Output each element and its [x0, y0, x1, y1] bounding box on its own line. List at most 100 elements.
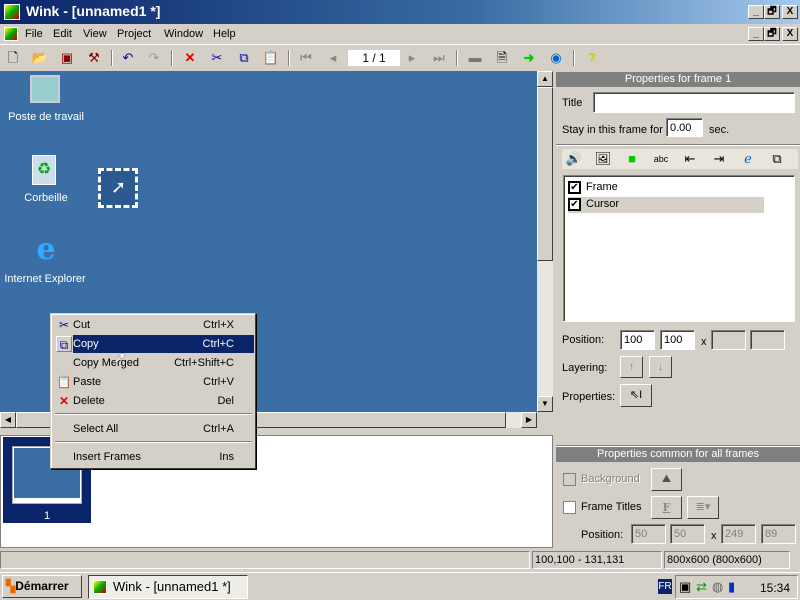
minimize-button[interactable]: _ — [748, 5, 764, 19]
frame-counter[interactable]: 1 / 1 — [348, 50, 400, 66]
doc-close-button[interactable]: X — [782, 27, 798, 41]
cursor-object-selection[interactable]: ➚ — [98, 168, 138, 208]
doc-restore-button[interactable]: 🗗 — [764, 27, 780, 41]
checkbox-checked-icon[interactable]: ✔ — [568, 181, 581, 194]
height-input[interactable] — [750, 330, 785, 350]
desktop-label[interactable]: Corbeille — [1, 192, 91, 204]
delete-icon: ✕ — [58, 394, 70, 408]
start-button[interactable]: ▚Démarrer — [2, 575, 82, 598]
scroll-thumb[interactable] — [537, 87, 553, 261]
menu-edit[interactable]: Edit — [53, 28, 72, 40]
add-url-button-icon[interactable]: ℯ — [738, 150, 758, 168]
recycle-bin-icon[interactable]: ♻ — [32, 155, 56, 185]
background-image-button[interactable]: ⛰ — [651, 468, 682, 491]
object-item-frame[interactable]: ✔ Frame — [568, 180, 764, 196]
toolbar-separator — [111, 50, 113, 66]
delete-icon[interactable]: ✕ — [180, 49, 200, 67]
doc-icon[interactable] — [4, 27, 18, 41]
tray-app-icon[interactable]: ▣ — [679, 579, 691, 595]
restore-button[interactable]: 🗗 — [764, 5, 780, 19]
menu-item-cut[interactable]: ✂ Cut Ctrl+X — [54, 316, 254, 334]
menu-item-paste[interactable]: 📋 Paste Ctrl+V — [54, 373, 254, 391]
cut-icon[interactable]: ✂ — [207, 49, 227, 67]
preview-icon[interactable]: 🗎 — [492, 49, 512, 67]
save-icon[interactable]: ▣ — [57, 49, 77, 67]
frame-titles-checkbox[interactable] — [563, 501, 576, 514]
common-position-label: Position: — [581, 529, 624, 541]
add-next-button-icon[interactable]: ⇥ — [709, 150, 729, 168]
desktop-label[interactable]: Poste de travail — [1, 111, 91, 123]
menu-window[interactable]: Window — [164, 28, 203, 40]
paste-icon[interactable]: 📋 — [261, 49, 281, 67]
position-x-input[interactable] — [620, 330, 655, 350]
checkbox-checked-icon[interactable]: ✔ — [568, 198, 581, 211]
next-frame-icon[interactable]: ▸ — [402, 49, 422, 67]
menu-file[interactable]: File — [25, 28, 43, 40]
menu-item-copy-merged[interactable]: Copy Merged Ctrl+Shift+C — [54, 354, 254, 372]
cut-icon: ✂ — [58, 318, 70, 332]
object-item-cursor[interactable]: ✔ Cursor — [568, 197, 764, 213]
prev-frame-icon[interactable]: ◂ — [323, 49, 343, 67]
title-width-input[interactable] — [721, 524, 756, 544]
font-button[interactable]: F — [651, 496, 682, 519]
volume-icon[interactable]: ◍ — [712, 579, 723, 595]
menu-item-select-all[interactable]: Select All Ctrl+A — [54, 420, 254, 438]
export-icon[interactable]: ➜ — [519, 49, 539, 67]
title-y-input[interactable] — [670, 524, 705, 544]
scroll-down-button[interactable]: ▼ — [537, 396, 553, 412]
menu-item-delete[interactable]: ✕ Delete Del — [54, 392, 254, 410]
system-tray: ▣ ⇄ ◍ ▮ 15:34 — [675, 575, 798, 599]
add-shape-icon[interactable]: ■ — [622, 150, 642, 168]
position-y-input[interactable] — [660, 330, 695, 350]
cursor-properties-button[interactable]: ⇖I — [620, 384, 652, 407]
title-input[interactable] — [593, 92, 795, 113]
help-icon[interactable]: ? — [582, 49, 602, 67]
background-checkbox[interactable] — [563, 473, 576, 486]
menu-item-copy[interactable]: ⧉ Copy Ctrl+C — [54, 335, 254, 353]
open-icon[interactable]: 📂 — [30, 49, 50, 67]
network-icon[interactable]: ⇄ — [696, 579, 707, 595]
layer-down-button[interactable]: ↓ — [649, 356, 672, 378]
clock[interactable]: 15:34 — [760, 581, 790, 595]
build-icon[interactable]: ⚒ — [84, 49, 104, 67]
add-back-button-icon[interactable]: ⇤ — [680, 150, 700, 168]
vertical-scrollbar[interactable]: ▲ ▼ — [537, 71, 553, 412]
taskbar: ▚Démarrer Wink - [unnamed1 *] FR ▣ ⇄ ◍ ▮… — [0, 572, 800, 600]
object-list[interactable]: ✔ Frame ✔ Cursor — [563, 175, 795, 322]
doc-minimize-button[interactable]: _ — [748, 27, 764, 41]
add-image-icon[interactable]: 🖼 — [593, 150, 613, 168]
scroll-right-button[interactable]: ▶ — [521, 412, 537, 428]
menu-item-insert-frames[interactable]: Insert Frames Ins — [54, 448, 254, 466]
browser-icon[interactable]: ◉ — [546, 49, 566, 67]
render-icon[interactable]: ▬ — [465, 49, 485, 67]
internet-explorer-icon[interactable]: e — [30, 235, 62, 267]
power-icon[interactable]: ▮ — [728, 579, 735, 595]
scroll-up-button[interactable]: ▲ — [537, 71, 553, 87]
taskbar-wink-button[interactable]: Wink - [unnamed1 *] — [88, 575, 248, 599]
new-icon[interactable]: 🗋 — [3, 49, 23, 67]
menu-view[interactable]: View — [83, 28, 107, 40]
close-button[interactable]: X — [782, 5, 798, 19]
scroll-left-button[interactable]: ◀ — [0, 412, 16, 428]
redo-icon[interactable]: ↷ — [144, 49, 164, 67]
language-indicator[interactable]: FR — [658, 579, 672, 594]
alignment-dropdown[interactable]: ≣▾ — [687, 496, 719, 519]
my-computer-icon[interactable] — [30, 75, 60, 103]
add-jump-button-icon[interactable]: ⧉ — [767, 150, 787, 168]
last-frame-icon[interactable]: ⏭ — [429, 49, 449, 67]
add-audio-icon[interactable]: 🔊 — [564, 150, 584, 168]
layer-up-button[interactable]: ↑ — [620, 356, 643, 378]
width-input[interactable] — [711, 330, 746, 350]
title-height-input[interactable] — [761, 524, 796, 544]
menu-project[interactable]: Project — [117, 28, 151, 40]
title-x-input[interactable] — [631, 524, 666, 544]
undo-icon[interactable]: ↶ — [118, 49, 138, 67]
first-frame-icon[interactable]: ⏮ — [296, 49, 316, 67]
desktop-label[interactable]: Internet Explorer — [0, 273, 90, 286]
toolbar-separator — [456, 50, 458, 66]
add-object-toolbar: 🔊 🖼 ■ abc ⇤ ⇥ ℯ ⧉ — [562, 149, 798, 169]
menu-help[interactable]: Help — [213, 28, 236, 40]
stay-duration-input[interactable] — [666, 118, 703, 137]
copy-icon[interactable]: ⧉ — [234, 49, 254, 67]
add-textbox-icon[interactable]: abc — [651, 150, 671, 168]
